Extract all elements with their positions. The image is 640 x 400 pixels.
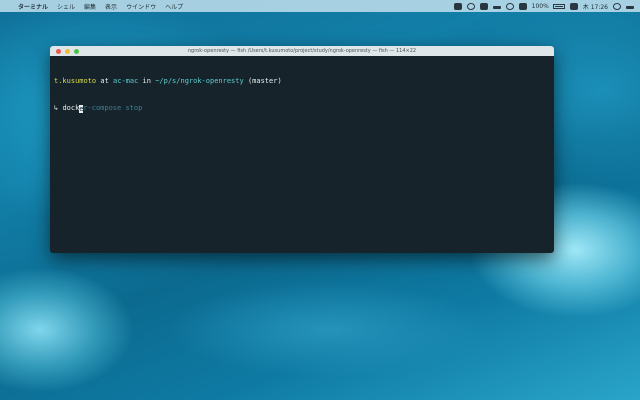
prompt-arrow-icon: ↳ xyxy=(54,104,59,112)
autosuggestion: r-compose stop xyxy=(83,104,143,112)
prompt-host: ac-mac xyxy=(113,77,139,85)
desktop-wallpaper: ターミナル シェル 編集 表示 ウインドウ ヘルプ 100% 木 17:26 n… xyxy=(0,0,640,400)
prompt-in: in xyxy=(142,77,151,85)
menu-edit[interactable]: 編集 xyxy=(84,2,96,11)
docker-icon[interactable] xyxy=(453,2,462,10)
menu-bar-left: ターミナル シェル 編集 表示 ウインドウ ヘルプ xyxy=(0,2,192,11)
terminal-window[interactable]: ngrok-openresty — fish /Users/t.kusumoto… xyxy=(50,46,554,253)
terminal-title: ngrok-openresty — fish /Users/t.kusumoto… xyxy=(187,48,417,54)
menu-shell[interactable]: シェル xyxy=(57,2,75,11)
battery-percent[interactable]: 100% xyxy=(532,3,549,10)
wifi-icon[interactable] xyxy=(505,2,514,10)
typed-command: dock xyxy=(62,104,80,112)
terminal-titlebar[interactable]: ngrok-openresty — fish /Users/t.kusumoto… xyxy=(50,46,554,56)
menu-window[interactable]: ウインドウ xyxy=(126,2,156,11)
volume-icon[interactable] xyxy=(518,2,527,10)
command-line[interactable]: ↳ docker-compose stop xyxy=(54,104,550,113)
terminal-content[interactable]: t.kusumoto at ac-mac in ~/p/s/ngrok-open… xyxy=(50,56,554,134)
menu-app-name[interactable]: ターミナル xyxy=(18,2,48,11)
prompt-line: t.kusumoto at ac-mac in ~/p/s/ngrok-open… xyxy=(54,77,550,86)
menu-view[interactable]: 表示 xyxy=(105,2,117,11)
prompt-at: at xyxy=(100,77,109,85)
menu-bar: ターミナル シェル 編集 表示 ウインドウ ヘルプ 100% 木 17:26 xyxy=(0,0,640,12)
menu-extra-icon[interactable] xyxy=(492,5,501,9)
app-status-icon[interactable] xyxy=(479,2,488,10)
prompt-path: ~/p/s/ngrok-openresty xyxy=(155,77,244,85)
notification-center-icon[interactable] xyxy=(626,5,634,9)
battery-icon[interactable] xyxy=(552,3,565,9)
sync-icon[interactable] xyxy=(466,2,475,10)
spotlight-search-icon[interactable] xyxy=(613,2,621,10)
input-source-icon[interactable] xyxy=(569,2,578,10)
prompt-git-branch: (master) xyxy=(247,77,282,85)
menu-bar-status: 100% 木 17:26 xyxy=(449,2,640,11)
prompt-user: t.kusumoto xyxy=(54,77,97,85)
menu-help[interactable]: ヘルプ xyxy=(165,2,183,11)
menu-clock[interactable]: 木 17:26 xyxy=(583,2,608,11)
